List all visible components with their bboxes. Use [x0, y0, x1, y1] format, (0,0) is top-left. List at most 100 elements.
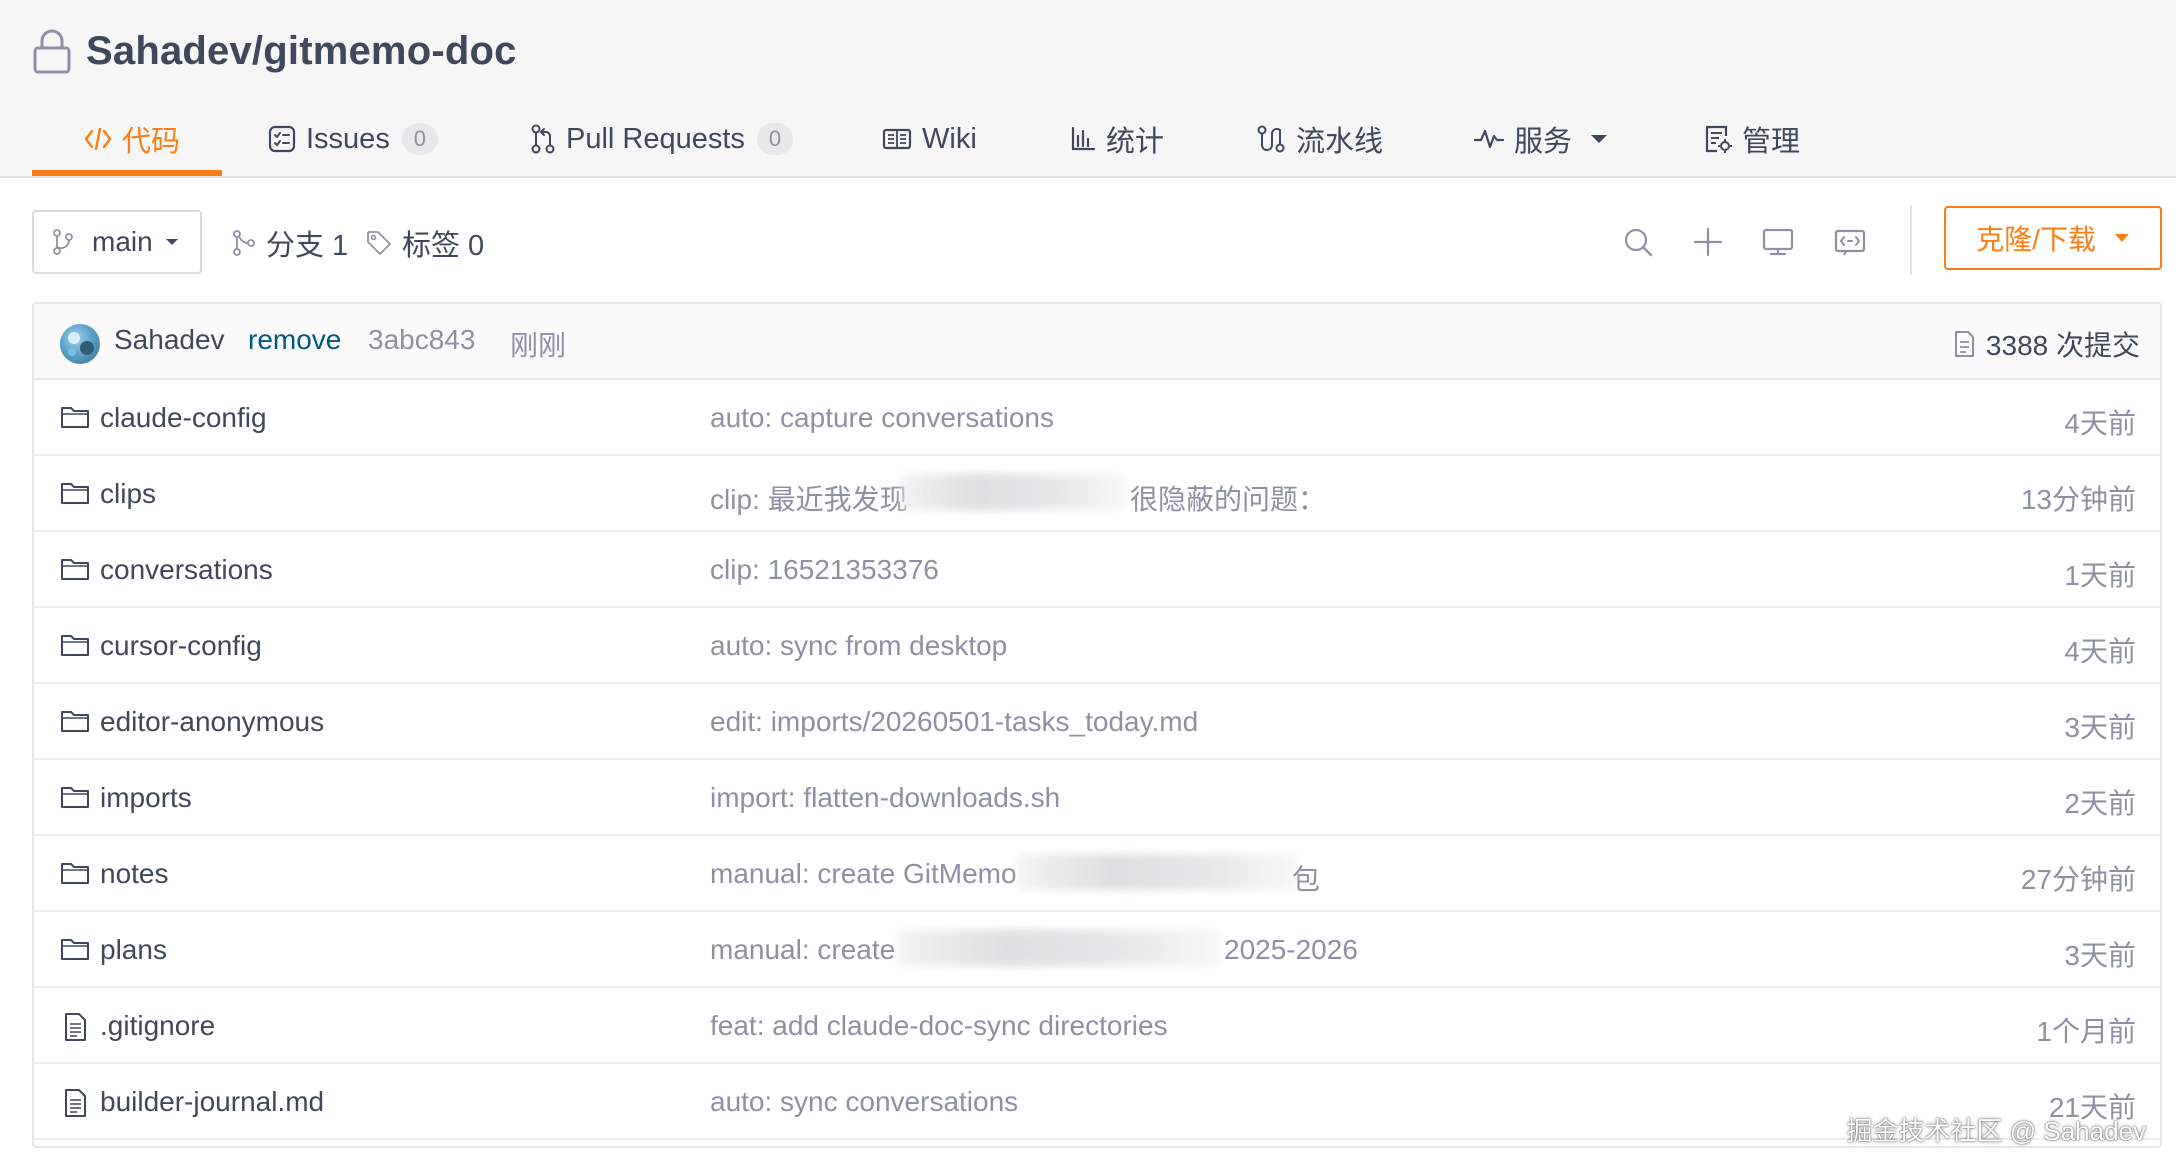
- active-tab-indicator: [32, 170, 222, 176]
- pulse-icon: [1474, 127, 1504, 151]
- clone-download-button[interactable]: 克隆/下载: [1944, 206, 2162, 270]
- book-icon: [882, 127, 912, 151]
- folder-icon: [60, 936, 90, 962]
- code-icon: [84, 126, 112, 152]
- tab-stats[interactable]: 统计: [1070, 100, 1164, 178]
- folder-icon: [60, 708, 90, 734]
- lock-icon: [32, 28, 72, 74]
- commit-count-link[interactable]: 3388 次提交: [1952, 324, 2140, 364]
- tab-pipeline[interactable]: 流水线: [1256, 100, 1383, 178]
- table-row[interactable]: cursor-config auto: sync from desktop 4天…: [34, 608, 2160, 684]
- file-commit-message[interactable]: clip: 16521353376: [710, 554, 939, 586]
- chevron-down-icon: [165, 237, 179, 247]
- table-row[interactable]: conversations clip: 16521353376 1天前: [34, 532, 2160, 608]
- file-commit-time: 2天前: [2064, 788, 2136, 819]
- file-rows: claude-config auto: capture conversation…: [34, 380, 2160, 1140]
- file-name[interactable]: plans: [100, 934, 167, 966]
- tab-label: Pull Requests: [566, 122, 745, 155]
- file-name[interactable]: clips: [100, 478, 156, 510]
- table-row[interactable]: builder-journal.md auto: sync conversati…: [34, 1064, 2160, 1140]
- table-row[interactable]: imports import: flatten-downloads.sh 2天前: [34, 760, 2160, 836]
- table-row[interactable]: plans manual: create 2025-2026 3天前: [34, 912, 2160, 988]
- tab-label: 服务: [1514, 126, 1573, 158]
- repo-header: Sahadev/gitmemo-doc 代码 Issues 0 Pull Req…: [0, 0, 2176, 178]
- tab-services[interactable]: 服务: [1474, 100, 1608, 178]
- commit-time: 刚刚: [510, 330, 567, 361]
- folder-icon: [60, 860, 90, 886]
- file-commit-message[interactable]: feat: add claude-doc-sync directories: [710, 1010, 1168, 1042]
- file-commit-time: 3天前: [2064, 712, 2136, 743]
- repo-tabs: 代码 Issues 0 Pull Requests 0 Wiki 统计 流水线 …: [0, 100, 2176, 178]
- tab-pull-requests[interactable]: Pull Requests 0: [530, 100, 793, 178]
- redacted-text: [900, 474, 1126, 510]
- tab-label: Wiki: [922, 122, 977, 155]
- plus-icon[interactable]: [1688, 222, 1728, 262]
- repo-name[interactable]: Sahadev/gitmemo-doc: [86, 29, 517, 74]
- issues-icon: [268, 125, 296, 153]
- branch-selector[interactable]: main: [32, 210, 202, 274]
- folder-icon: [60, 556, 90, 582]
- file-name[interactable]: .gitignore: [100, 1010, 215, 1042]
- avatar[interactable]: [60, 324, 100, 364]
- file-commit-message[interactable]: auto: sync from desktop: [710, 630, 1007, 662]
- folder-icon: [60, 784, 90, 810]
- branches-link[interactable]: 分支 1: [232, 220, 348, 266]
- file-name[interactable]: cursor-config: [100, 630, 262, 662]
- table-row[interactable]: editor-anonymous edit: imports/20260501-…: [34, 684, 2160, 760]
- file-name[interactable]: claude-config: [100, 402, 267, 434]
- tab-label: 代码: [122, 126, 181, 158]
- file-commit-message[interactable]: edit: imports/20260501-tasks_today.md: [710, 706, 1198, 738]
- file-commit-time: 4天前: [2064, 636, 2136, 667]
- pipeline-icon: [1256, 125, 1286, 153]
- file-commit-message[interactable]: clip: 最近我发现: [710, 478, 908, 518]
- file-commit-message[interactable]: auto: capture conversations: [710, 402, 1054, 434]
- clone-label: 克隆/下载: [1976, 224, 2096, 255]
- table-row[interactable]: claude-config auto: capture conversation…: [34, 380, 2160, 456]
- tab-label: 统计: [1106, 126, 1165, 158]
- tag-icon: [366, 230, 392, 256]
- toolbar-divider: [1910, 205, 1912, 275]
- file-name[interactable]: builder-journal.md: [100, 1086, 324, 1118]
- file-commit-time: 1个月前: [2036, 1016, 2136, 1047]
- desktop-icon[interactable]: [1758, 222, 1798, 262]
- table-row[interactable]: clips clip: 最近我发现 很隐蔽的问题： 13分钟前: [34, 456, 2160, 532]
- issues-count-badge: 0: [401, 123, 438, 155]
- chevron-down-icon: [1590, 133, 1608, 145]
- commit-message[interactable]: remove: [248, 324, 341, 356]
- file-commit-message-tail: 2025-2026: [1224, 934, 1358, 965]
- branch-icon: [232, 230, 256, 256]
- tab-label: Issues: [306, 122, 390, 155]
- file-name[interactable]: notes: [100, 858, 169, 890]
- file-icon: [60, 1088, 90, 1118]
- search-icon[interactable]: [1618, 222, 1658, 262]
- file-commit-time: 1天前: [2064, 560, 2136, 591]
- table-row[interactable]: notes manual: create GitMemo 包 27分钟前: [34, 836, 2160, 912]
- commit-sha[interactable]: 3abc843: [368, 324, 475, 356]
- table-row[interactable]: .gitignore feat: add claude-doc-sync dir…: [34, 988, 2160, 1064]
- file-commit-message[interactable]: auto: sync conversations: [710, 1086, 1018, 1118]
- watermark: 掘金技术社区 @ Sahadev: [1846, 1116, 2146, 1146]
- branches-label: 分支 1: [266, 230, 349, 262]
- file-commit-message[interactable]: import: flatten-downloads.sh: [710, 782, 1060, 814]
- branch-name: main: [92, 226, 153, 257]
- tab-issues[interactable]: Issues 0: [268, 100, 438, 178]
- tab-manage[interactable]: 管理: [1704, 100, 1800, 178]
- file-commit-message[interactable]: manual: create GitMemo: [710, 858, 1017, 890]
- tags-link[interactable]: 标签 0: [366, 220, 484, 266]
- file-name[interactable]: conversations: [100, 554, 273, 586]
- file-name[interactable]: imports: [100, 782, 192, 814]
- web-ide-icon[interactable]: [1830, 222, 1870, 262]
- repo-title: Sahadev/gitmemo-doc: [32, 22, 517, 80]
- file-name[interactable]: editor-anonymous: [100, 706, 324, 738]
- folder-icon: [60, 632, 90, 658]
- tab-code[interactable]: 代码: [84, 100, 180, 178]
- branch-icon: [52, 229, 74, 255]
- stats-icon: [1070, 126, 1096, 152]
- file-commit-message[interactable]: manual: create: [710, 934, 895, 966]
- tab-wiki[interactable]: Wiki: [882, 100, 977, 178]
- file-commit-time: 3天前: [2064, 940, 2136, 971]
- tab-label: 流水线: [1296, 126, 1384, 158]
- file-icon: [60, 1012, 90, 1042]
- commit-author[interactable]: Sahadev: [114, 324, 225, 356]
- commit-count-label: 3388 次提交: [1985, 330, 2140, 361]
